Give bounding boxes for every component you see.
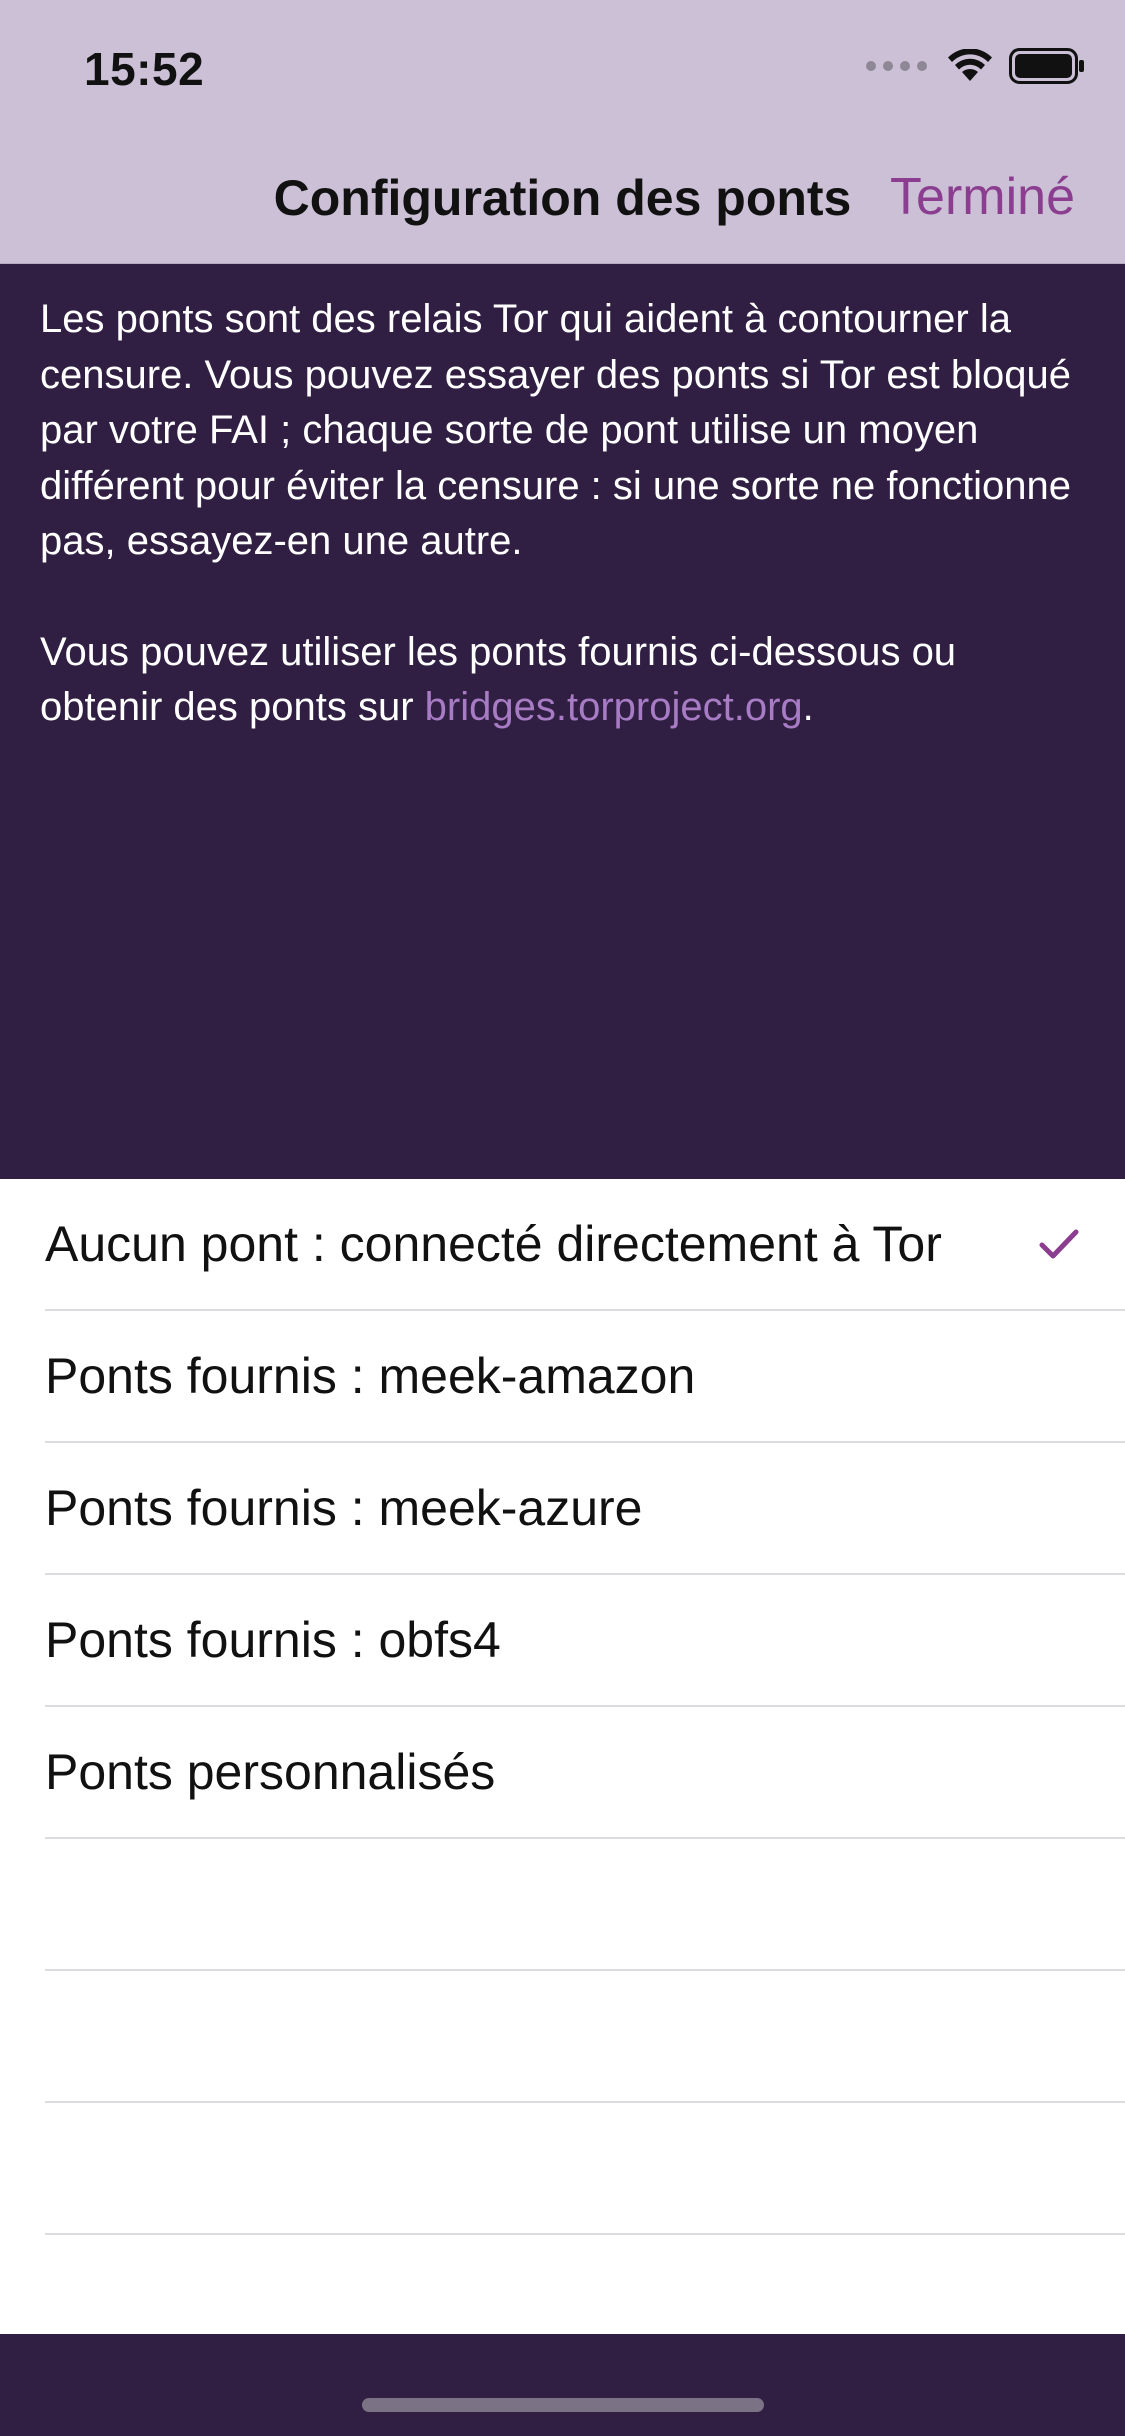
empty-row — [45, 2103, 1125, 2235]
bridges-info-panel: Les ponts sont des relais Tor qui aident… — [0, 264, 1125, 1179]
option-label: Ponts fournis : obfs4 — [45, 1612, 501, 1668]
battery-icon — [1009, 48, 1084, 84]
bridges-source-text: Vous pouvez utiliser les ponts fournis c… — [40, 625, 1085, 736]
done-button[interactable]: Terminé — [890, 168, 1075, 226]
navigation-bar: 15:52 Configuration des ponts Terminé — [0, 0, 1125, 264]
checkmark-icon — [1039, 1229, 1079, 1259]
bridges-description: Les ponts sont des relais Tor qui aident… — [40, 297, 1071, 563]
option-no-bridge[interactable]: Aucun pont : connecté directement à Tor — [45, 1179, 1125, 1311]
option-label: Ponts fournis : meek-azure — [45, 1480, 643, 1536]
option-label: Ponts personnalisés — [45, 1744, 496, 1800]
option-label: Aucun pont : connecté directement à Tor — [45, 1216, 942, 1272]
option-obfs4[interactable]: Ponts fournis : obfs4 — [45, 1575, 1125, 1707]
bridge-options-list: Aucun pont : connecté directement à Tor … — [0, 1179, 1125, 2235]
home-indicator[interactable] — [362, 2398, 764, 2412]
option-label: Ponts fournis : meek-amazon — [45, 1348, 696, 1404]
bridges-torproject-link[interactable]: bridges.torproject.org — [425, 685, 803, 729]
empty-row — [45, 1971, 1125, 2103]
option-custom-bridges[interactable]: Ponts personnalisés — [45, 1707, 1125, 1839]
wifi-icon — [948, 49, 992, 81]
option-meek-amazon[interactable]: Ponts fournis : meek-amazon — [45, 1311, 1125, 1443]
status-icons — [866, 48, 1085, 84]
empty-row — [45, 1839, 1125, 1971]
bottom-toolbar — [0, 2334, 1125, 2436]
cellular-signal-icon — [866, 61, 927, 71]
option-meek-azure[interactable]: Ponts fournis : meek-azure — [45, 1443, 1125, 1575]
bridges-source-suffix: . — [802, 685, 814, 729]
status-time: 15:52 — [84, 43, 205, 95]
